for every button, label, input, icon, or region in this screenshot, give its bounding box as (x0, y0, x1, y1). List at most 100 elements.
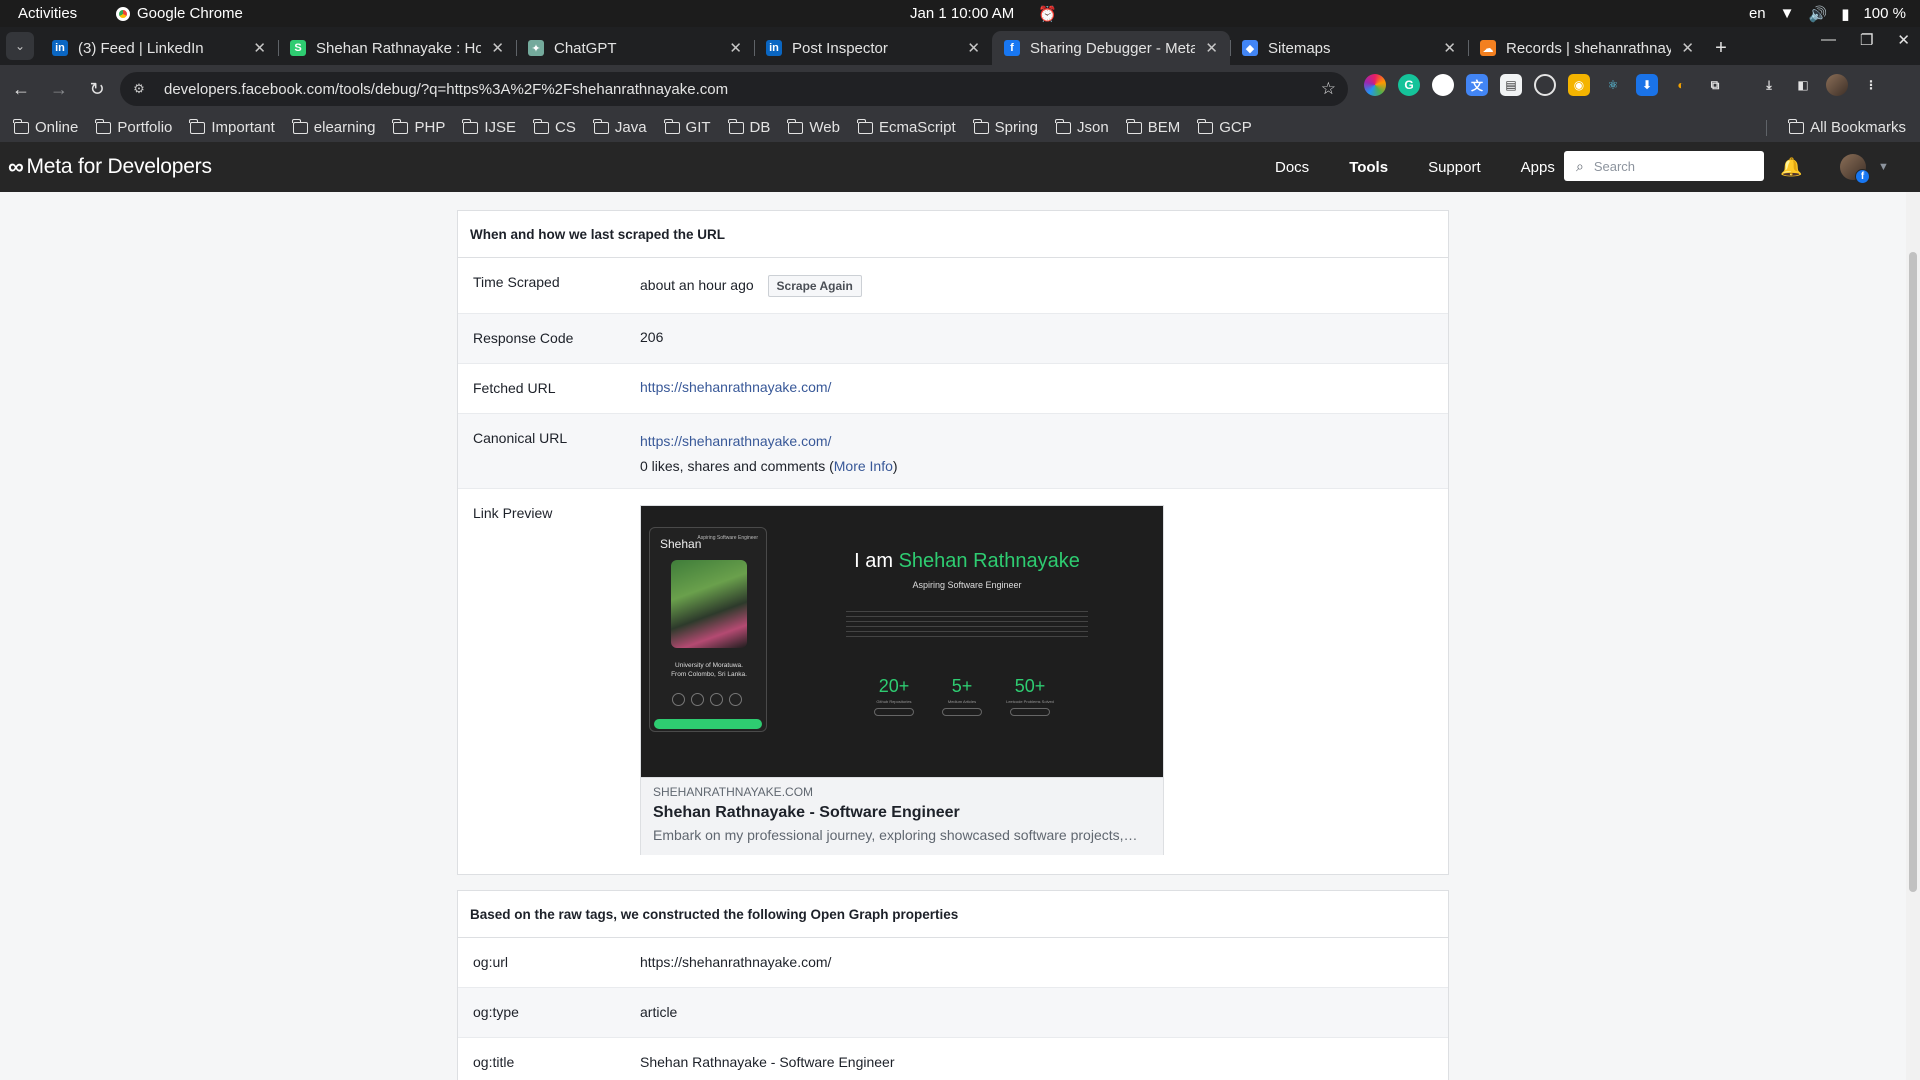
bookmark-star-icon[interactable]: ☆ (1321, 79, 1336, 99)
close-tab-icon[interactable]: ✕ (967, 39, 980, 57)
back-button[interactable]: ← (4, 72, 38, 106)
reload-button[interactable]: ↻ (80, 72, 114, 106)
bookmark-folder[interactable]: Important (189, 118, 275, 136)
bookmark-folder[interactable]: Online (13, 118, 78, 136)
scrape-again-button[interactable]: Scrape Again (767, 275, 862, 297)
bookmark-folder[interactable]: elearning (291, 118, 375, 136)
active-app[interactable]: Google Chrome (116, 5, 243, 22)
close-tab-icon[interactable]: ✕ (491, 39, 504, 57)
close-tab-icon[interactable]: ✕ (1443, 39, 1456, 57)
scrape-card-heading: When and how we last scraped the URL (458, 211, 1448, 258)
camera-extension-icon[interactable]: ◉ (1568, 74, 1590, 96)
bookmark-label: BEM (1147, 119, 1181, 136)
maximize-icon[interactable]: ❐ (1860, 31, 1873, 49)
page-scrollbar[interactable] (1906, 192, 1920, 1080)
canonical-url-label: Canonical URL (473, 430, 568, 446)
folder-icon (95, 118, 112, 134)
close-tab-icon[interactable]: ✕ (253, 39, 266, 57)
address-bar[interactable]: ⚙ developers.facebook.com/tools/debug/?q… (120, 72, 1348, 106)
close-tab-icon[interactable]: ✕ (1205, 39, 1218, 57)
tab-title: Post Inspector (792, 39, 888, 57)
translate-icon[interactable]: 文 (1466, 74, 1488, 96)
likes-suffix: ) (892, 458, 898, 474)
side-panel-icon[interactable]: ◧ (1792, 74, 1814, 96)
minimize-icon[interactable]: — (1821, 31, 1836, 49)
tab-search-button[interactable]: ⌄ (6, 32, 34, 60)
bookmark-folder[interactable]: GCP (1197, 118, 1252, 136)
close-tab-icon[interactable]: ✕ (1681, 39, 1694, 57)
bookmark-folder[interactable]: BEM (1125, 118, 1181, 136)
bookmarks-divider (1766, 120, 1767, 136)
browser-tab[interactable]: f Sharing Debugger - Meta ✕ (992, 31, 1230, 65)
clock[interactable]: Jan 1 10:00 AM ⏰ (910, 5, 1057, 23)
browser-tab[interactable]: in (3) Feed | LinkedIn ✕ (40, 31, 278, 65)
address-url[interactable]: developers.facebook.com/tools/debug/?q=h… (164, 81, 728, 98)
browser-tab[interactable]: ☁ Records | shehanrathnaya ✕ (1468, 31, 1706, 65)
close-window-icon[interactable]: ✕ (1897, 31, 1910, 49)
site-info-icon[interactable]: ⚙ (124, 74, 154, 104)
circle-extension-icon[interactable] (1534, 74, 1556, 96)
bookmark-label: CS (555, 119, 576, 136)
notes-extension-icon[interactable]: ▤ (1500, 74, 1522, 96)
folder-icon (663, 118, 680, 134)
link-preview-row: Link Preview Shehan Aspiring Software En… (458, 489, 1448, 874)
all-bookmarks-button[interactable]: All Bookmarks (1788, 118, 1906, 136)
nav-support[interactable]: Support (1428, 159, 1481, 176)
bookmark-folder[interactable]: Json (1055, 118, 1109, 136)
page-content: When and how we last scraped the URL Tim… (0, 192, 1920, 1080)
bookmark-label: Spring (994, 119, 1039, 136)
fetched-url-link[interactable]: https://shehanrathnayake.com/ (640, 379, 831, 395)
activities-button[interactable]: Activities (18, 5, 77, 22)
profile-avatar-icon[interactable] (1826, 74, 1848, 96)
system-tray[interactable]: en ▼ 🔊 ▮ 100 % (1749, 5, 1906, 23)
bookmark-folder[interactable]: Spring (972, 118, 1039, 136)
more-info-link[interactable]: More Info (834, 458, 893, 474)
new-tab-button[interactable]: + (1706, 31, 1736, 65)
keyboard-layout[interactable]: en (1749, 5, 1766, 22)
canonical-url-link[interactable]: https://shehanrathnayake.com/ (640, 433, 831, 449)
browser-tab[interactable]: S Shehan Rathnayake : Hom ✕ (278, 31, 516, 65)
browser-tab[interactable]: in Post Inspector ✕ (754, 31, 992, 65)
bookmark-folder[interactable]: IJSE (462, 118, 516, 136)
bookmark-folder[interactable]: Web (787, 118, 840, 136)
react-devtools-icon[interactable]: ⚛ (1602, 74, 1624, 96)
meta-search-input[interactable]: ⌕ Search (1564, 151, 1764, 181)
color-extension-icon[interactable] (1364, 74, 1386, 96)
bookmark-label: Json (1077, 119, 1109, 136)
meta-logo[interactable]: ∞ Meta for Developers (8, 154, 212, 180)
downloads-icon[interactable]: ⤓ (1758, 74, 1780, 96)
bookmark-folder[interactable]: Portfolio (95, 118, 172, 136)
preview-profile-photo (671, 560, 747, 648)
notifications-bell-icon[interactable]: 🔔 (1780, 157, 1802, 178)
crescent-extension-icon[interactable]: ◐ (1670, 74, 1692, 96)
browser-tab[interactable]: ◆ Sitemaps ✕ (1230, 31, 1468, 65)
likes-prefix: 0 likes, shares and comments ( (640, 458, 834, 474)
folder-icon (972, 118, 989, 134)
nav-tools[interactable]: Tools (1349, 159, 1388, 176)
kebab-menu-icon[interactable]: ⋮ (1860, 74, 1882, 96)
extensions-puzzle-icon[interactable]: ⧉ (1704, 74, 1726, 96)
bookmark-folder[interactable]: Java (592, 118, 647, 136)
nav-apps[interactable]: Apps (1521, 159, 1555, 176)
bookmark-folder[interactable]: EcmaScript (856, 118, 956, 136)
preview-card-name: Shehan (660, 537, 702, 551)
download-extension-icon[interactable]: ⬇ (1636, 74, 1658, 96)
forward-button[interactable]: → (42, 72, 76, 106)
open-graph-card: Based on the raw tags, we constructed th… (457, 890, 1449, 1080)
bookmark-folder[interactable]: GIT (663, 118, 711, 136)
browser-tab[interactable]: ✦ ChatGPT ✕ (516, 31, 754, 65)
preview-stat-caption: Leetcode Problems Solved (1006, 699, 1054, 704)
scrape-info-card: When and how we last scraped the URL Tim… (457, 210, 1449, 875)
nav-docs[interactable]: Docs (1275, 159, 1309, 176)
grammarly-icon[interactable]: G (1398, 74, 1420, 96)
bookmark-label: GIT (685, 119, 711, 136)
bookmark-folder[interactable]: DB (727, 118, 770, 136)
link-preview-card[interactable]: Shehan Aspiring Software Engineer Univer… (640, 505, 1164, 855)
active-app-label: Google Chrome (137, 5, 243, 22)
account-menu[interactable]: ▼ (1840, 154, 1889, 184)
bookmark-folder[interactable]: CS (533, 118, 576, 136)
white-circle-extension-icon[interactable] (1432, 74, 1454, 96)
bookmark-folder[interactable]: PHP (392, 118, 445, 136)
scrollbar-thumb[interactable] (1909, 252, 1917, 892)
close-tab-icon[interactable]: ✕ (729, 39, 742, 57)
